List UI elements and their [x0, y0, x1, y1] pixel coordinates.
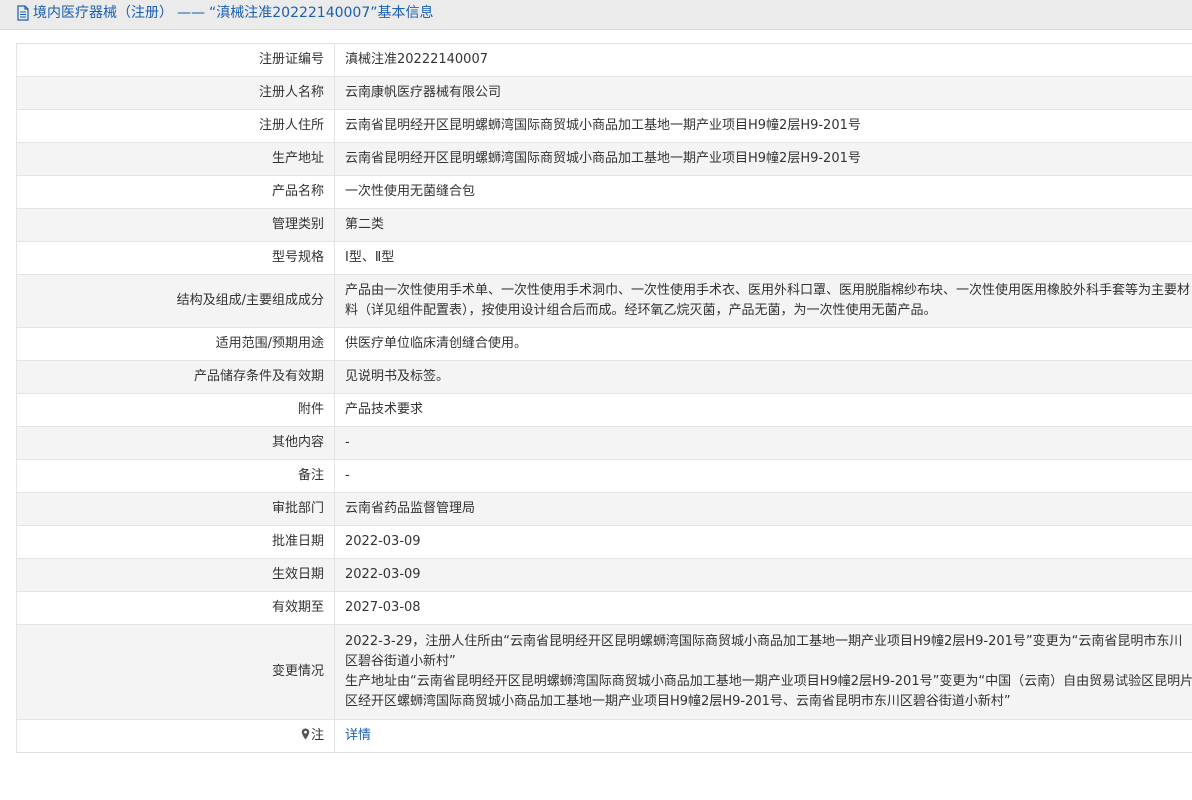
row-value: 2022-03-09 [334, 525, 1192, 559]
row-value: 供医疗单位临床清创缝合使用。 [334, 327, 1192, 361]
row-label: 注册证编号 [16, 43, 335, 77]
header-category: 境内医疗器械（注册） [33, 5, 173, 21]
table-row: 产品名称 一次性使用无菌缝合包 [16, 175, 1192, 209]
row-label: 有效期至 [16, 591, 335, 625]
row-label: 备注 [16, 459, 335, 493]
note-label-cell: 注 [16, 719, 335, 753]
table-row: 型号规格 Ⅰ型、Ⅱ型 [16, 241, 1192, 275]
header-separator: —— [177, 5, 205, 21]
table-row: 生产地址 云南省昆明经开区昆明螺蛳湾国际商贸城小商品加工基地一期产业项目H9幢2层… [16, 142, 1192, 176]
row-value: 产品由一次性使用手术单、一次性使用手术洞巾、一次性使用手术衣、医用外科口罩、医用… [334, 274, 1192, 328]
table-row: 注册人名称 云南康帆医疗器械有限公司 [16, 76, 1192, 110]
table-row: 生效日期 2022-03-09 [16, 558, 1192, 592]
row-label: 生产地址 [16, 142, 335, 176]
table-row: 有效期至 2027-03-08 [16, 591, 1192, 625]
row-value: - [334, 459, 1192, 493]
page-header: 境内医疗器械（注册） —— “滇械注准20222140007”基本信息 [0, 0, 1192, 30]
table-row-note: 注 详情 [16, 719, 1192, 753]
row-value: 一次性使用无菌缝合包 [334, 175, 1192, 209]
row-label: 产品名称 [16, 175, 335, 209]
table-row: 结构及组成/主要组成成分 产品由一次性使用手术单、一次性使用手术洞巾、一次性使用手… [16, 274, 1192, 328]
table-row: 适用范围/预期用途 供医疗单位临床清创缝合使用。 [16, 327, 1192, 361]
row-value: 云南康帆医疗器械有限公司 [334, 76, 1192, 110]
details-link[interactable]: 详情 [345, 728, 371, 743]
table-row: 注册人住所 云南省昆明经开区昆明螺蛳湾国际商贸城小商品加工基地一期产业项目H9幢2… [16, 109, 1192, 143]
row-value: Ⅰ型、Ⅱ型 [334, 241, 1192, 275]
table-row: 注册证编号 滇械注准20222140007 [16, 43, 1192, 77]
row-label: 注册人名称 [16, 76, 335, 110]
table-row: 批准日期 2022-03-09 [16, 525, 1192, 559]
row-label: 结构及组成/主要组成成分 [16, 274, 335, 328]
changes-value: 2022-3-29，注册人住所由“云南省昆明经开区昆明螺蛳湾国际商贸城小商品加工… [334, 624, 1192, 720]
row-label: 适用范围/预期用途 [16, 327, 335, 361]
change-entry: 2022-3-29，注册人住所由“云南省昆明经开区昆明螺蛳湾国际商贸城小商品加工… [345, 634, 1183, 669]
row-value: 滇械注准20222140007 [334, 43, 1192, 77]
changes-label: 变更情况 [16, 624, 335, 720]
table-row: 管理类别 第二类 [16, 208, 1192, 242]
row-value: 2022-03-09 [334, 558, 1192, 592]
row-value: 产品技术要求 [334, 393, 1192, 427]
row-value: 云南省昆明经开区昆明螺蛳湾国际商贸城小商品加工基地一期产业项目H9幢2层H9-2… [334, 109, 1192, 143]
map-pin-icon [301, 728, 310, 740]
table-row: 其他内容 - [16, 426, 1192, 460]
note-label: 注 [310, 728, 324, 743]
change-entry: 生产地址由“云南省昆明经开区昆明螺蛳湾国际商贸城小商品加工基地一期产业项目H9幢… [345, 674, 1192, 709]
row-value: 云南省药品监督管理局 [334, 492, 1192, 526]
table-row: 产品储存条件及有效期 见说明书及标签。 [16, 360, 1192, 394]
row-label: 生效日期 [16, 558, 335, 592]
table-row: 审批部门 云南省药品监督管理局 [16, 492, 1192, 526]
row-value: 第二类 [334, 208, 1192, 242]
document-icon [17, 5, 29, 21]
breadcrumb: 境内医疗器械（注册） —— “滇械注准20222140007”基本信息 [16, 4, 434, 22]
row-value: 2027-03-08 [334, 591, 1192, 625]
row-value: 见说明书及标签。 [334, 360, 1192, 394]
row-value: 云南省昆明经开区昆明螺蛳湾国际商贸城小商品加工基地一期产业项目H9幢2层H9-2… [334, 142, 1192, 176]
row-value: - [334, 426, 1192, 460]
table-row: 备注 - [16, 459, 1192, 493]
table-row: 附件 产品技术要求 [16, 393, 1192, 427]
row-label: 审批部门 [16, 492, 335, 526]
row-label: 型号规格 [16, 241, 335, 275]
row-label: 附件 [16, 393, 335, 427]
note-value: 详情 [334, 719, 1192, 753]
page-title: “滇械注准20222140007”基本信息 [209, 5, 434, 21]
registration-info-table: 注册证编号 滇械注准20222140007 注册人名称 云南康帆医疗器械有限公司 注册人… [16, 43, 1192, 753]
row-label: 管理类别 [16, 208, 335, 242]
row-label: 其他内容 [16, 426, 335, 460]
table-row-changes: 变更情况 2022-3-29，注册人住所由“云南省昆明经开区昆明螺蛳湾国际商贸城小… [16, 624, 1192, 720]
row-label: 批准日期 [16, 525, 335, 559]
row-label: 产品储存条件及有效期 [16, 360, 335, 394]
row-label: 注册人住所 [16, 109, 335, 143]
